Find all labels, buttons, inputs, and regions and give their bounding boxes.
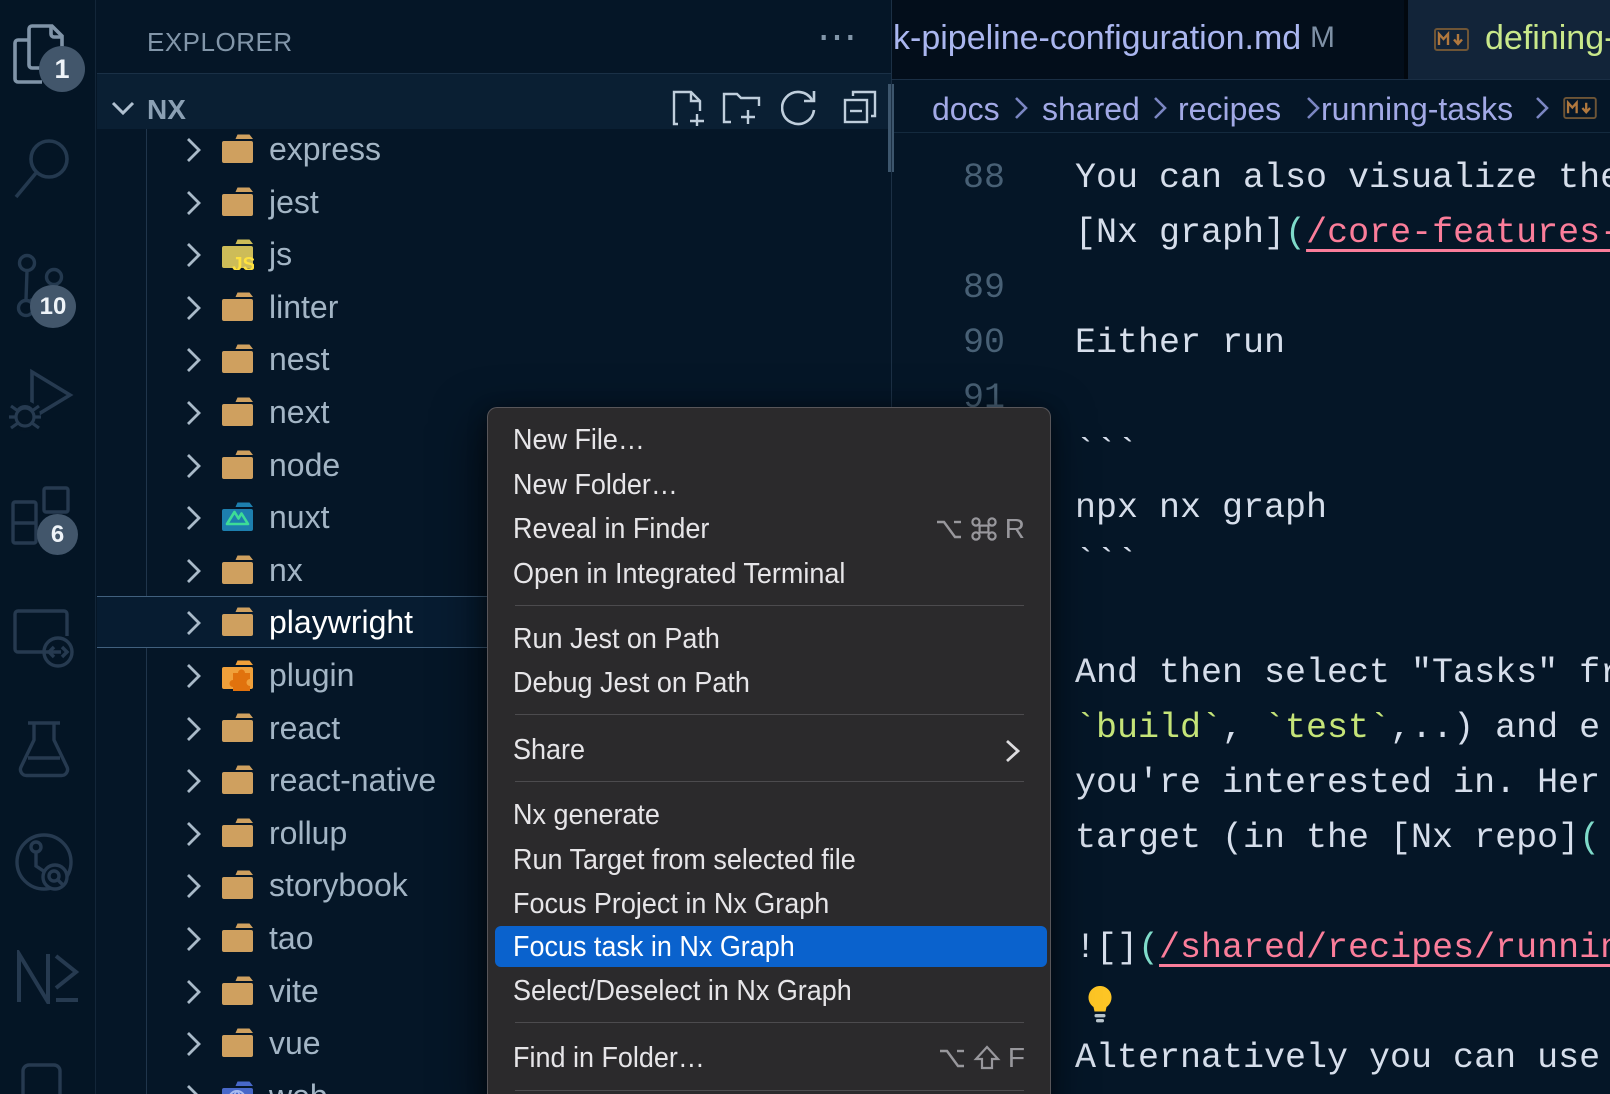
svg-text:JS: JS [232,255,254,271]
